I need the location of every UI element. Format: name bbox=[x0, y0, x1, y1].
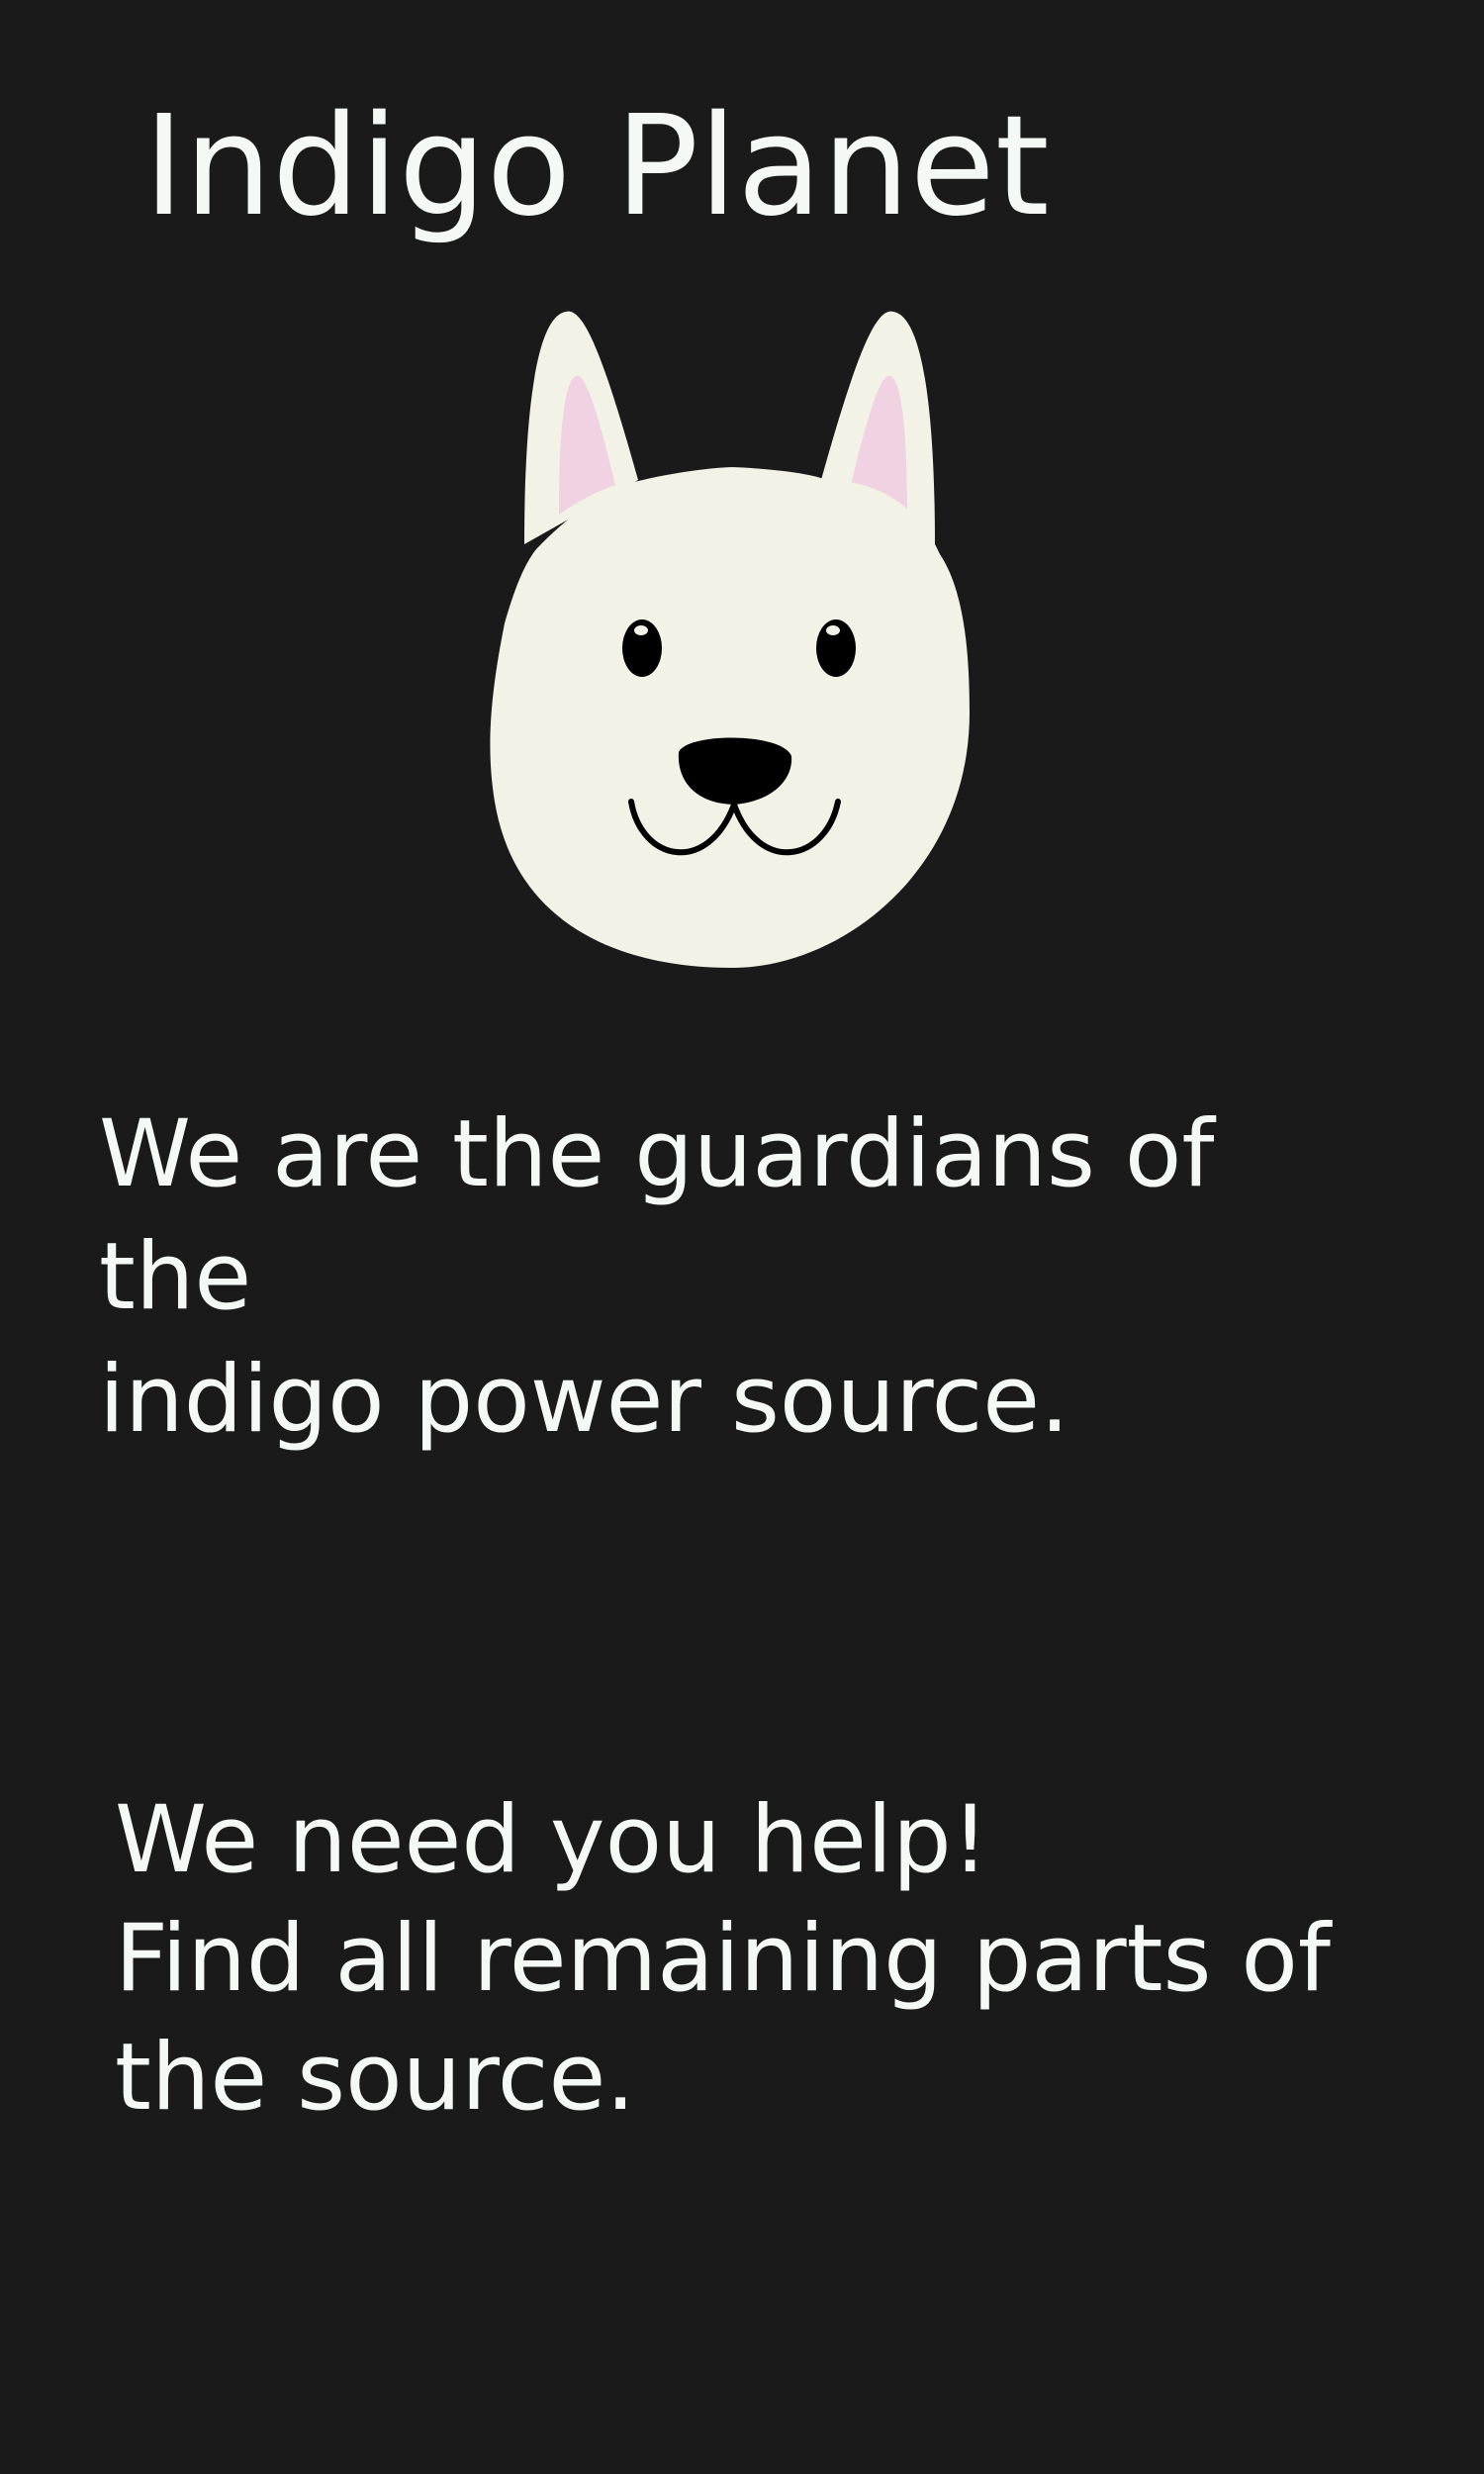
intro-line: We are the guardians of the bbox=[99, 1100, 1215, 1331]
dog-face-icon bbox=[490, 311, 970, 968]
help-request-text: We need you help! Find all remaining par… bbox=[115, 1781, 1401, 2138]
page-title: Indigo Planet bbox=[143, 86, 1050, 247]
right-eye-shine bbox=[826, 625, 840, 635]
help-line: Find all remaining parts of bbox=[115, 1905, 1331, 2013]
dog-mascot bbox=[465, 307, 999, 980]
help-line: We need you help! bbox=[115, 1786, 989, 1894]
left-eye-shine bbox=[634, 625, 648, 635]
dog-head bbox=[490, 467, 970, 968]
help-line: the source. bbox=[115, 2024, 636, 2132]
intro-line: indigo power source. bbox=[99, 1346, 1069, 1454]
intro-text: We are the guardians of the indigo power… bbox=[99, 1094, 1385, 1462]
